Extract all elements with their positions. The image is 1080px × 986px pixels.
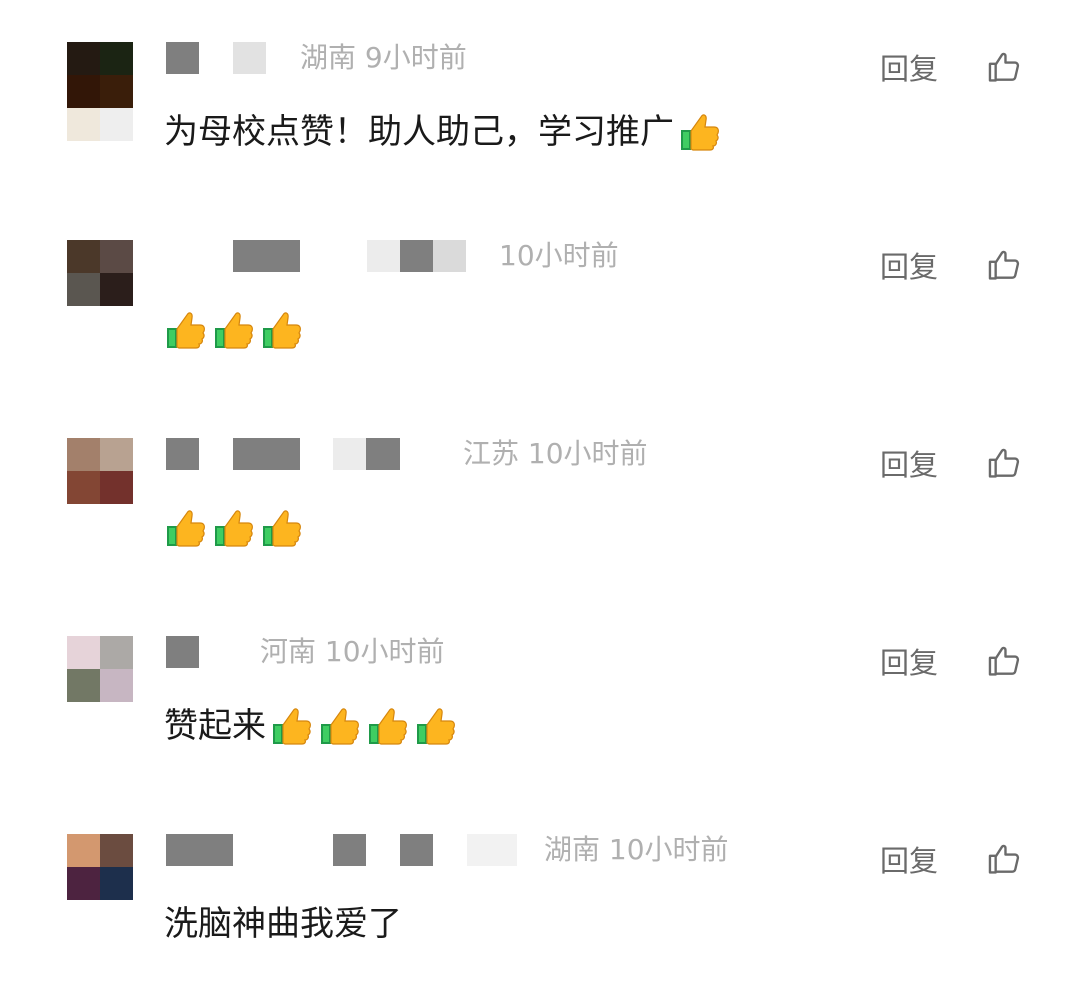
username-mosaic [467, 834, 517, 866]
username-mosaic [366, 438, 400, 470]
avatar-pixel [67, 42, 100, 75]
user-avatar[interactable] [67, 240, 133, 306]
avatar-pixel [100, 669, 133, 702]
avatar-pixel [100, 108, 133, 141]
username-row: 江苏 10小时前 [166, 437, 866, 470]
comment-item: 湖南 10小时前 回复 洗脑神曲我爱了 [0, 792, 1080, 986]
comment-content [160, 306, 304, 354]
thumbs-up-emoji-icon [164, 308, 208, 352]
thumbs-up-emoji-icon [260, 506, 304, 550]
username-row: 河南 10小时前 [166, 635, 866, 668]
thumbs-up-outline-icon [988, 646, 1020, 676]
avatar-pixel [67, 834, 100, 867]
thumbs-up-emoji-icon [318, 704, 362, 748]
comment-item: 江苏 10小时前 回复 [0, 396, 1080, 594]
thumbs-up-outline-icon [988, 52, 1020, 82]
thumbs-up-emoji-icon [366, 704, 410, 748]
thumbs-up-emoji-icon [212, 308, 256, 352]
avatar-pixel [67, 669, 100, 702]
avatar-pixel [100, 75, 133, 108]
username-mosaic [333, 834, 366, 866]
username-mosaic [400, 240, 433, 272]
avatar-pixel [67, 108, 100, 141]
reply-button[interactable]: 回复 [880, 52, 938, 86]
username-mosaic [333, 438, 366, 470]
user-avatar[interactable] [67, 636, 133, 702]
comment-item: 10小时前 回复 [0, 198, 1080, 396]
avatar-pixel [67, 636, 100, 669]
comment-meta: 湖南 9小时前 [300, 41, 467, 74]
comment-meta: 江苏 10小时前 [463, 437, 648, 470]
reply-button[interactable]: 回复 [880, 448, 938, 482]
like-button[interactable] [986, 48, 1024, 86]
username-mosaic [400, 834, 433, 866]
comment-list: 湖南 9小时前 回复 为母校点赞！助人助己，学习推广 10小时前 回复 江苏 1… [0, 0, 1080, 986]
avatar-pixel [100, 471, 133, 504]
comment-item: 河南 10小时前 回复 赞起来 [0, 594, 1080, 792]
like-button[interactable] [986, 642, 1024, 680]
comment-item: 湖南 9小时前 回复 为母校点赞！助人助己，学习推广 [0, 0, 1080, 198]
thumbs-up-emoji-icon [678, 110, 722, 154]
username-mosaic [433, 240, 466, 272]
comment-text: 赞起来 [164, 706, 266, 746]
comment-text: 为母校点赞！助人助己，学习推广 [164, 112, 674, 152]
thumbs-up-emoji-icon [414, 704, 458, 748]
like-button[interactable] [986, 246, 1024, 284]
user-avatar[interactable] [67, 42, 133, 142]
avatar-pixel [67, 867, 100, 900]
username-row: 10小时前 [166, 239, 866, 272]
thumbs-up-outline-icon [988, 844, 1020, 874]
avatar-pixel [67, 438, 100, 471]
avatar-pixel [67, 240, 100, 273]
username-mosaic [233, 438, 300, 470]
comment-content: 为母校点赞！助人助己，学习推广 [164, 108, 722, 156]
username-mosaic[interactable] [233, 240, 300, 272]
avatar-pixel [67, 75, 100, 108]
comment-meta: 湖南 10小时前 [544, 833, 729, 866]
username-row: 湖南 10小时前 [166, 833, 866, 866]
like-button[interactable] [986, 840, 1024, 878]
avatar-pixel [100, 438, 133, 471]
thumbs-up-emoji-icon [164, 506, 208, 550]
comment-content [160, 504, 304, 552]
thumbs-up-outline-icon [988, 250, 1020, 280]
comment-meta: 10小时前 [499, 239, 619, 272]
avatar-pixel [100, 867, 133, 900]
reply-button[interactable]: 回复 [880, 844, 938, 878]
avatar-pixel [100, 636, 133, 669]
comment-meta: 河南 10小时前 [260, 635, 445, 668]
thumbs-up-outline-icon [988, 448, 1020, 478]
avatar-pixel [100, 834, 133, 867]
username-mosaic[interactable] [166, 42, 199, 74]
username-mosaic[interactable] [166, 636, 199, 668]
like-button[interactable] [986, 444, 1024, 482]
comment-content: 赞起来 [164, 702, 458, 750]
avatar-pixel [100, 240, 133, 273]
thumbs-up-emoji-icon [260, 308, 304, 352]
comment-text: 洗脑神曲我爱了 [164, 904, 402, 944]
comment-content: 洗脑神曲我爱了 [164, 900, 402, 948]
avatar-pixel [100, 42, 133, 75]
user-avatar[interactable] [67, 438, 133, 504]
username-mosaic[interactable] [166, 834, 233, 866]
username-mosaic[interactable] [166, 438, 199, 470]
username-mosaic [233, 42, 266, 74]
reply-button[interactable]: 回复 [880, 646, 938, 680]
avatar-pixel [100, 273, 133, 306]
thumbs-up-emoji-icon [270, 704, 314, 748]
username-row: 湖南 9小时前 [166, 41, 866, 74]
avatar-pixel [67, 471, 100, 504]
user-avatar[interactable] [67, 834, 133, 900]
reply-button[interactable]: 回复 [880, 250, 938, 284]
avatar-pixel [67, 273, 100, 306]
thumbs-up-emoji-icon [212, 506, 256, 550]
username-mosaic [367, 240, 400, 272]
